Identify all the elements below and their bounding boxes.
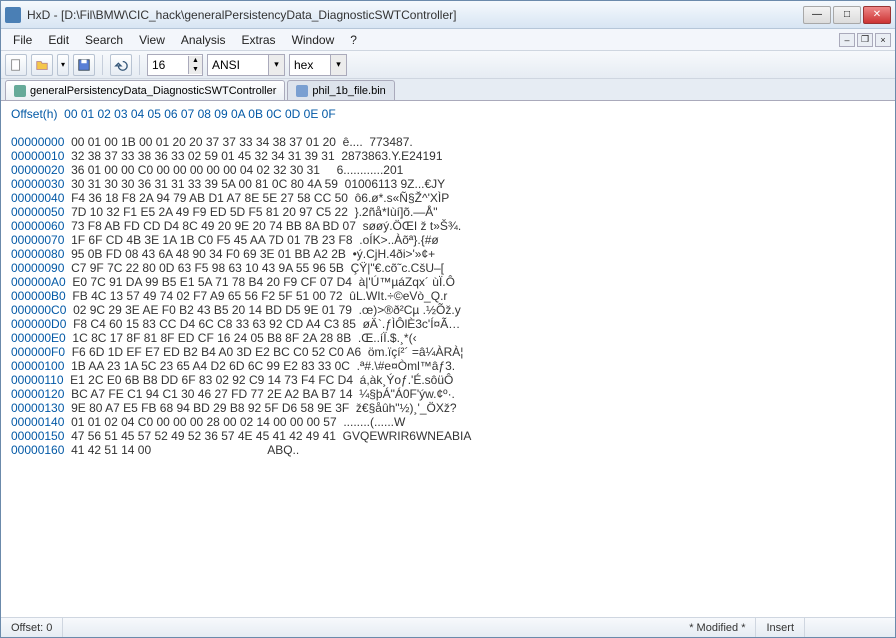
base-select[interactable]: ▾	[289, 54, 347, 76]
hex-row[interactable]: 00000020 36 01 00 00 C0 00 00 00 00 00 0…	[11, 163, 885, 177]
hex-row[interactable]: 000000A0 E0 7C 91 DA 99 B5 E1 5A 71 78 B…	[11, 275, 885, 289]
save-icon	[77, 58, 91, 72]
hex-row[interactable]: 00000070 1F 6F CD 4B 3E 1A 1B C0 F5 45 A…	[11, 233, 885, 247]
toolbar: ▾ ▲▼ ▾ ▾	[1, 51, 895, 79]
mdi-restore-button[interactable]: ❐	[857, 33, 873, 47]
new-button[interactable]	[5, 54, 27, 76]
hex-row[interactable]: 00000140 01 01 02 04 C0 00 00 00 28 00 0…	[11, 415, 885, 429]
status-bar: Offset: 0 * Modified * Insert	[1, 617, 895, 637]
hex-row[interactable]: 00000040 F4 36 18 F8 2A 94 79 AB D1 A7 8…	[11, 191, 885, 205]
hex-row[interactable]: 00000050 7D 10 32 F1 E5 2A 49 F9 ED 5D F…	[11, 205, 885, 219]
hex-row[interactable]: 00000130 9E 80 A7 E5 FB 68 94 BD 29 B8 9…	[11, 401, 885, 415]
menu-edit[interactable]: Edit	[40, 31, 77, 49]
hex-viewer[interactable]: Offset(h) 00 01 02 03 04 05 06 07 08 09 …	[1, 101, 895, 617]
hex-row[interactable]: 00000090 C7 9F 7C 22 80 0D 63 F5 98 63 1…	[11, 261, 885, 275]
minimize-button[interactable]: —	[803, 6, 831, 24]
tab-file-1[interactable]: generalPersistencyData_DiagnosticSWTCont…	[5, 80, 285, 100]
hex-row[interactable]: 00000150 47 56 51 45 57 52 49 52 36 57 4…	[11, 429, 885, 443]
file-icon	[296, 85, 308, 97]
menu-help[interactable]: ?	[342, 31, 365, 49]
charset-select[interactable]: ▾	[207, 54, 285, 76]
tab-label: generalPersistencyData_DiagnosticSWTCont…	[30, 85, 276, 97]
mdi-close-button[interactable]: ×	[875, 33, 891, 47]
undo-icon	[114, 58, 128, 72]
tabbar: generalPersistencyData_DiagnosticSWTCont…	[1, 79, 895, 101]
hex-row[interactable]: 000000B0 FB 4C 13 57 49 74 02 F7 A9 65 5…	[11, 289, 885, 303]
hex-row[interactable]: 00000080 95 0B FD 08 43 6A 48 90 34 F0 6…	[11, 247, 885, 261]
tab-label: phil_1b_file.bin	[312, 85, 385, 97]
tab-file-2[interactable]: phil_1b_file.bin	[287, 80, 394, 100]
app-icon	[5, 7, 21, 23]
menu-analysis[interactable]: Analysis	[173, 31, 234, 49]
close-button[interactable]: ✕	[863, 6, 891, 24]
offset-header: Offset(h)	[11, 107, 57, 121]
hex-row[interactable]: 00000100 1B AA 23 1A 5C 23 65 A4 D2 6D 6…	[11, 359, 885, 373]
hex-row[interactable]: 00000030 30 31 30 30 36 31 31 33 39 5A 0…	[11, 177, 885, 191]
charset-dropdown-button[interactable]: ▾	[268, 55, 284, 75]
folder-open-icon	[35, 58, 49, 72]
base-dropdown-button[interactable]: ▾	[330, 55, 346, 75]
column-header: 00 01 02 03 04 05 06 07 08 09 0A 0B 0C 0…	[64, 107, 336, 121]
menu-search[interactable]: Search	[77, 31, 131, 49]
mdi-minimize-button[interactable]: –	[839, 33, 855, 47]
open-dropdown-button[interactable]: ▾	[57, 54, 69, 76]
menu-window[interactable]: Window	[284, 31, 343, 49]
hex-row[interactable]: 00000120 BC A7 FE C1 94 C1 30 46 27 FD 7…	[11, 387, 885, 401]
save-button[interactable]	[73, 54, 95, 76]
spin-up-button[interactable]: ▲	[188, 56, 202, 65]
spin-down-button[interactable]: ▼	[188, 65, 202, 74]
bytes-per-row-field[interactable]	[148, 58, 188, 72]
bytes-per-row-input[interactable]: ▲▼	[147, 54, 203, 76]
new-file-icon	[9, 58, 23, 72]
status-modified: * Modified *	[679, 618, 756, 637]
base-field[interactable]	[290, 58, 330, 72]
hex-row[interactable]: 00000000 00 01 00 1B 00 01 20 20 37 37 3…	[11, 135, 885, 149]
hex-row[interactable]: 00000060 73 F8 AB FD CD D4 8C 49 20 9E 2…	[11, 219, 885, 233]
open-button[interactable]	[31, 54, 53, 76]
menu-file[interactable]: File	[5, 31, 40, 49]
menubar: File Edit Search View Analysis Extras Wi…	[1, 29, 895, 51]
charset-field[interactable]	[208, 58, 268, 72]
undo-button[interactable]	[110, 54, 132, 76]
hex-row[interactable]: 000000C0 02 9C 29 3E AE F0 B2 43 B5 20 1…	[11, 303, 885, 317]
hex-row[interactable]: 000000D0 F8 C4 60 15 83 CC D4 6C C8 33 6…	[11, 317, 885, 331]
status-offset: Offset: 0	[1, 618, 63, 637]
hex-row[interactable]: 00000160 41 42 51 14 00 ABQ..	[11, 443, 885, 457]
hex-row[interactable]: 000000E0 1C 8C 17 8F 81 8F ED CF 16 24 0…	[11, 331, 885, 345]
window-title: HxD - [D:\Fil\BMW\CIC_hack\generalPersis…	[27, 8, 803, 22]
menu-extras[interactable]: Extras	[234, 31, 284, 49]
hex-row[interactable]: 000000F0 F6 6D 1D EF E7 ED B2 B4 A0 3D E…	[11, 345, 885, 359]
hex-row[interactable]: 00000010 32 38 37 33 38 36 33 02 59 01 4…	[11, 149, 885, 163]
status-insert: Insert	[756, 618, 805, 637]
titlebar[interactable]: HxD - [D:\Fil\BMW\CIC_hack\generalPersis…	[1, 1, 895, 29]
hxd-window: HxD - [D:\Fil\BMW\CIC_hack\generalPersis…	[0, 0, 896, 638]
menu-view[interactable]: View	[131, 31, 173, 49]
hex-row[interactable]: 00000110 E1 2C E0 6B B8 DD 6F 83 02 92 C…	[11, 373, 885, 387]
file-icon	[14, 85, 26, 97]
maximize-button[interactable]: □	[833, 6, 861, 24]
